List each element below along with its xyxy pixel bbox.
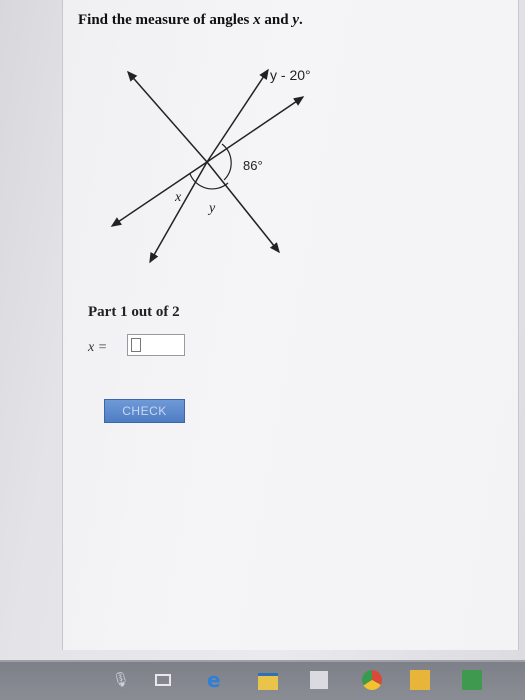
label-x: x — [174, 190, 182, 205]
ray-4 — [110, 161, 208, 227]
line-1 — [127, 70, 208, 163]
store-icon[interactable] — [310, 671, 328, 689]
line-1b — [206, 161, 280, 254]
input-cursor — [131, 338, 141, 352]
answer-label: x = — [88, 340, 108, 355]
answer-input[interactable] — [127, 334, 185, 356]
label-y-minus-20: y - 20° — [270, 67, 311, 83]
check-button[interactable]: CHECK — [104, 399, 185, 423]
microphone-icon[interactable]: 🎙 — [112, 672, 130, 688]
part-indicator: Part 1 out of 2 — [88, 304, 180, 320]
taskbar: 🎙 e — [0, 662, 525, 700]
angle-diagram: y - 20° 86° x y — [110, 67, 311, 264]
chrome-icon[interactable] — [362, 670, 382, 690]
ray-3 — [206, 96, 305, 163]
arc-86 — [221, 143, 232, 181]
line-2b — [149, 161, 208, 264]
label-86: 86° — [243, 158, 263, 173]
task-view-icon[interactable] — [155, 674, 171, 686]
edge-icon[interactable]: e — [207, 668, 221, 692]
line-2 — [206, 68, 269, 163]
file-explorer-icon[interactable] — [258, 673, 278, 690]
folder-icon[interactable] — [410, 670, 430, 690]
app-icon[interactable] — [462, 670, 482, 690]
label-y: y — [207, 201, 216, 216]
